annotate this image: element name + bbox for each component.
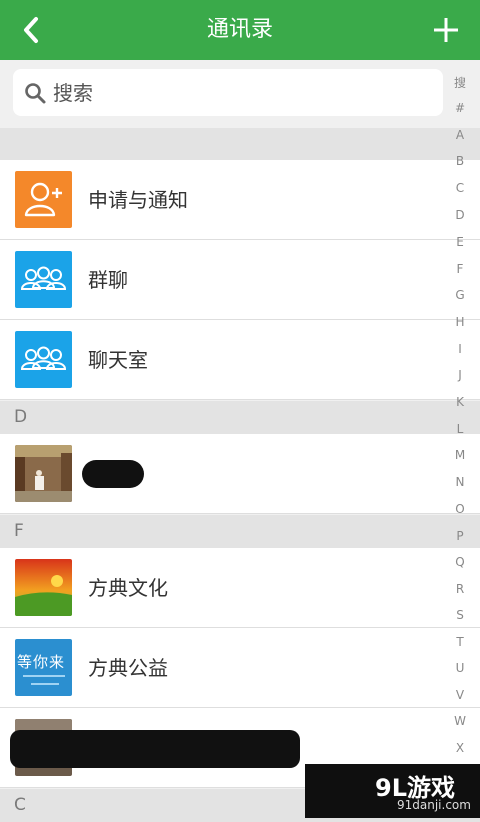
index-q[interactable]: Q	[440, 555, 480, 569]
list-item-label: 申请与通知	[88, 188, 188, 212]
index-h[interactable]: H	[440, 315, 480, 329]
search-area	[0, 60, 480, 128]
index-j[interactable]: J	[440, 368, 480, 382]
add-contact-button[interactable]	[432, 16, 460, 44]
group-icon	[15, 251, 72, 308]
index-m[interactable]: M	[440, 448, 480, 462]
list-item-chatroom[interactable]: 聊天室	[0, 320, 480, 400]
contact-avatar	[15, 445, 72, 502]
page-title: 通讯录	[206, 17, 273, 42]
avatar-text: 等你来	[17, 653, 66, 671]
list-item-label: 聊天室	[88, 348, 148, 372]
search-box[interactable]	[13, 69, 443, 116]
index-n[interactable]: N	[440, 475, 480, 489]
list-item-requests-notifications[interactable]: 申请与通知	[0, 160, 480, 240]
index-search[interactable]: 搜	[440, 74, 480, 91]
alphabet-index-bar[interactable]: 搜 # A B C D E F G H I J K L M N O P Q R …	[440, 68, 480, 758]
index-p[interactable]: P	[440, 529, 480, 543]
index-f[interactable]: F	[440, 262, 480, 276]
title-bar: 通讯录	[0, 0, 480, 60]
index-k[interactable]: K	[440, 395, 480, 409]
group-icon	[15, 331, 72, 388]
index-o[interactable]: O	[440, 502, 480, 516]
chevron-left-icon	[24, 17, 38, 43]
index-s[interactable]: S	[440, 608, 480, 622]
index-hash[interactable]: #	[440, 101, 480, 115]
search-input[interactable]	[51, 77, 435, 109]
index-a[interactable]: A	[440, 128, 480, 142]
index-d[interactable]: D	[440, 208, 480, 222]
index-g[interactable]: G	[440, 288, 480, 302]
index-r[interactable]: R	[440, 582, 480, 596]
index-b[interactable]: B	[440, 154, 480, 168]
contact-avatar	[15, 559, 72, 616]
add-user-icon	[15, 171, 72, 228]
contact-row[interactable]	[0, 434, 480, 514]
index-w[interactable]: W	[440, 714, 480, 728]
contact-row[interactable]: 方典文化	[0, 548, 480, 628]
redaction-mark	[82, 460, 144, 488]
index-x[interactable]: X	[440, 741, 480, 755]
search-icon	[25, 83, 46, 104]
contact-name: 方典文化	[88, 576, 168, 600]
index-u[interactable]: U	[440, 661, 480, 675]
list-item-group-chat[interactable]: 群聊	[0, 240, 480, 320]
list-top-band	[0, 128, 480, 160]
index-i[interactable]: I	[440, 342, 480, 356]
index-e[interactable]: E	[440, 235, 480, 249]
contact-row[interactable]: 等你来 方典公益	[0, 628, 480, 708]
plus-icon	[434, 18, 458, 42]
index-t[interactable]: T	[440, 635, 480, 649]
back-button[interactable]	[16, 14, 48, 46]
watermark-url: 91danji.com	[397, 798, 471, 812]
index-c[interactable]: C	[440, 181, 480, 195]
redaction-mark	[10, 730, 300, 768]
section-header-d: D	[0, 401, 480, 434]
index-v[interactable]: V	[440, 688, 480, 702]
list-item-label: 群聊	[88, 268, 128, 292]
index-l[interactable]: L	[440, 422, 480, 436]
section-header-f: F	[0, 515, 480, 548]
contact-name: 方典公益	[88, 656, 168, 680]
site-watermark: 9L游戏 91danji.com	[305, 764, 480, 818]
contact-avatar: 等你来	[15, 639, 72, 696]
